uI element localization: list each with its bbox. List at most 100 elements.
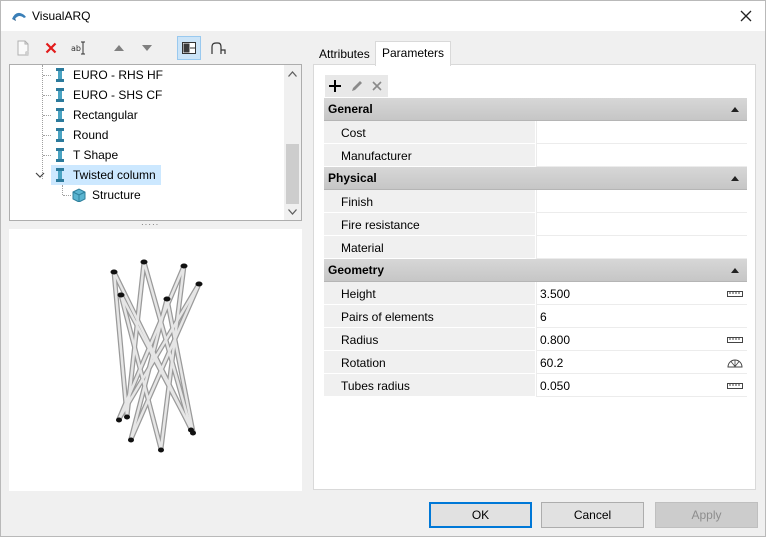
property-row[interactable]: Height 3.500 [324,282,747,305]
cancel-button[interactable]: Cancel [541,502,644,528]
ok-button[interactable]: OK [429,502,532,528]
property-row[interactable]: Manufacturer [324,144,747,167]
property-name: Pairs of elements [341,310,434,324]
rename-style-button[interactable]: ab [67,36,91,60]
chevron-down-icon [288,208,297,215]
tree-item-label: Round [73,128,109,142]
close-window-button[interactable] [735,5,757,27]
title-bar: VisualARQ [1,1,765,31]
tree-connector [43,75,51,76]
preview-toggle-button[interactable] [177,36,201,60]
tree-scrollbar[interactable] [284,65,301,220]
property-row[interactable]: Rotation 60.2 [324,351,747,374]
property-row[interactable]: Fire resistance [324,213,747,236]
styles-tree[interactable]: EURO - RHS HF EURO - SHS CF Rectangular … [9,64,302,221]
column-style-icon [56,168,64,182]
collapse-arrow-icon[interactable] [731,268,739,273]
angle-protractor-icon[interactable] [727,357,743,368]
category-label: Geometry [328,263,385,277]
collapse-arrow-icon[interactable] [731,107,739,112]
tree-connector [43,115,51,116]
remove-parameter-button[interactable] [367,76,387,96]
tree-connector [43,135,51,136]
scroll-thumb[interactable] [286,144,299,204]
property-row[interactable]: Tubes radius 0.050 [324,374,747,397]
tree-connector [43,155,51,156]
scroll-down-button[interactable] [284,203,301,220]
tree-item-selected[interactable]: Twisted column [10,165,284,185]
length-ruler-icon[interactable] [727,381,743,391]
edit-icon [351,80,362,91]
new-style-button[interactable] [11,36,35,60]
tree-connector [43,95,51,96]
property-name: Fire resistance [341,218,420,232]
property-value: 60.2 [540,356,564,370]
apply-button[interactable]: Apply [655,502,758,528]
property-value-field[interactable]: 3.500 [536,282,747,305]
property-value-field[interactable] [536,236,747,259]
property-name: Cost [341,126,366,140]
visualarq-dialog: VisualARQ ab EURO - RHS HF EURO - SHS CF… [0,0,766,537]
tree-item-label: Twisted column [73,168,156,182]
delete-style-button[interactable] [39,36,63,60]
collapse-arrow-icon[interactable] [731,176,739,181]
tree-item-label: Structure [92,188,141,202]
category-general[interactable]: General [324,98,747,121]
tree-item[interactable]: T Shape [10,145,284,165]
tree-connector [63,195,71,196]
category-label: General [328,102,373,116]
tab-parameters[interactable]: Parameters [375,41,452,66]
property-value-field[interactable] [536,121,747,144]
property-name: Finish [341,195,374,209]
property-name: Height [341,287,376,301]
column-style-icon [56,68,64,82]
property-value-field[interactable] [536,190,747,213]
move-down-button[interactable] [135,36,159,60]
category-physical[interactable]: Physical [324,167,747,190]
property-value-field[interactable] [536,144,747,167]
tree-item[interactable]: Structure [10,185,284,205]
parameters-panel: General Cost Manufacturer Physical Finis… [313,64,756,490]
property-row[interactable]: Cost [324,121,747,144]
move-up-button[interactable] [107,36,131,60]
property-value-field[interactable] [536,213,747,236]
tree-item-label: T Shape [73,148,119,162]
property-row[interactable]: Material [324,236,747,259]
tree-item[interactable]: EURO - RHS HF [10,65,284,85]
chevron-up-icon [288,70,297,77]
category-label: Physical [328,171,377,185]
property-value-field[interactable]: 60.2 [536,351,747,374]
tab-attributes[interactable]: Attributes [313,43,376,65]
tree-item[interactable]: EURO - SHS CF [10,85,284,105]
category-geometry[interactable]: Geometry [324,259,747,282]
property-row[interactable]: Finish [324,190,747,213]
tree-item[interactable]: Rectangular [10,105,284,125]
column-style-icon [56,88,64,102]
rename-icon: ab [71,41,85,55]
length-ruler-icon[interactable] [727,335,743,345]
property-value-field[interactable]: 0.050 [536,374,747,397]
scroll-up-button[interactable] [284,65,301,82]
splitter-handle[interactable]: ····· [141,221,161,229]
profile-button[interactable] [207,36,231,60]
property-value: 0.050 [540,379,571,393]
move-down-icon [142,45,152,51]
property-value-field[interactable]: 0.800 [536,328,747,351]
edit-parameter-button[interactable] [346,76,366,96]
style-preview-viewport[interactable] [9,229,302,491]
tree-item[interactable]: Round [10,125,284,145]
property-name: Rotation [341,356,386,370]
styles-toolbar: ab [9,36,309,60]
collapse-chevron-icon[interactable] [35,170,45,180]
length-ruler-icon[interactable] [727,289,743,299]
property-name: Material [341,241,384,255]
delete-icon [45,42,57,54]
new-style-icon [17,40,29,56]
add-parameter-button[interactable] [325,76,345,96]
twisted-column-preview-image [110,259,203,453]
property-value-field[interactable]: 6 [536,305,747,328]
property-row[interactable]: Radius 0.800 [324,328,747,351]
property-row[interactable]: Pairs of elements 6 [324,305,747,328]
tree-item-label: EURO - SHS CF [73,88,163,102]
property-value: 6 [540,310,547,324]
